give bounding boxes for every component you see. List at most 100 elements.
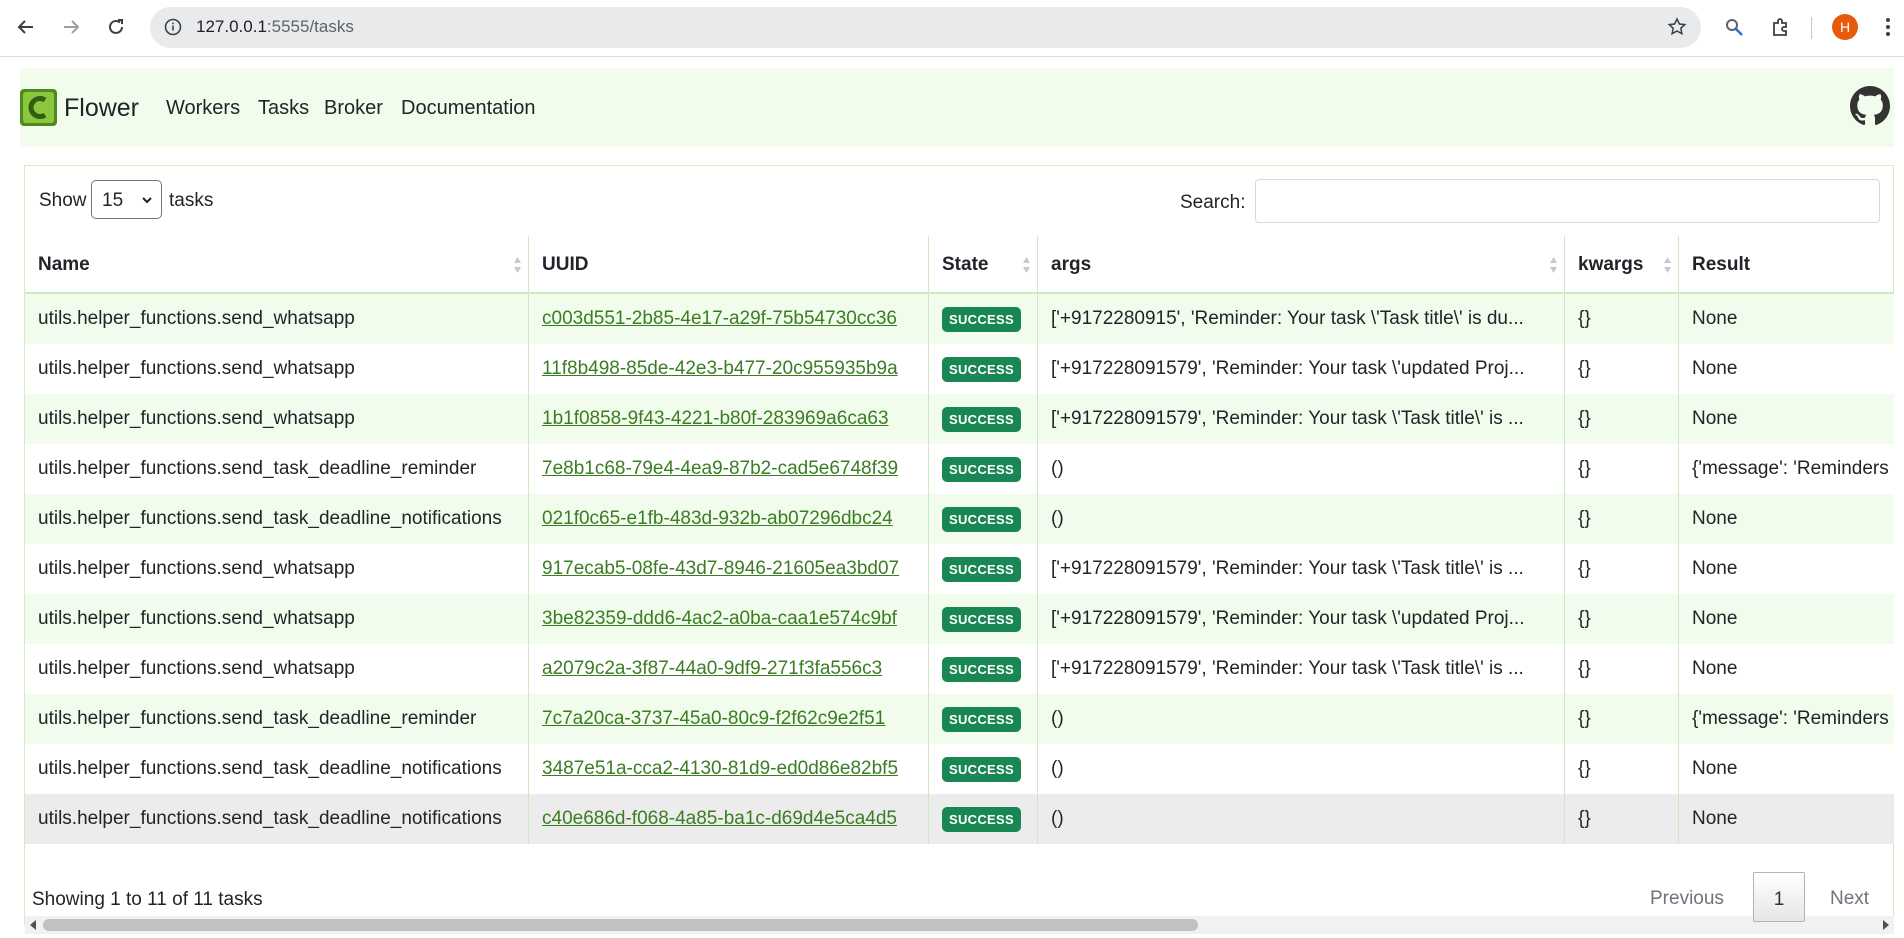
cell-state: SUCCESS (929, 694, 1038, 744)
result-text: None (1692, 808, 1738, 829)
nav-broker[interactable]: Broker (324, 97, 383, 120)
name-text: utils.helper_functions.send_whatsapp (38, 408, 355, 429)
cell-result: {'message': 'Reminders (1679, 694, 1894, 744)
cell-args: ['+917228091579', 'Reminder: Your task \… (1038, 644, 1565, 694)
column-result-label: Result (1692, 254, 1751, 275)
task-uuid-link[interactable]: 917ecab5-08fe-43d7-8946-21605ea3bd07 (542, 558, 899, 579)
table-row: utils.helper_functions.send_whatsapp 1b1f… (25, 394, 1894, 444)
column-args-label: args (1051, 254, 1092, 275)
task-uuid-link[interactable]: 3be82359-ddd6-4ac2-a0ba-caa1e574c9bf (542, 608, 897, 629)
cell-name: utils.helper_functions.send_whatsapp (25, 594, 529, 644)
cell-name: utils.helper_functions.send_whatsapp (25, 294, 529, 344)
github-icon[interactable] (1850, 86, 1890, 126)
args-text: ['+9172280915', 'Reminder: Your task \'T… (1051, 308, 1524, 329)
name-text: utils.helper_functions.send_task_deadlin… (38, 708, 477, 729)
address-bar[interactable]: 127.0.0.1:5555/tasks (150, 7, 1701, 48)
status-badge: SUCCESS (942, 607, 1021, 632)
horizontal-scrollbar[interactable] (25, 916, 1894, 934)
menu-icon[interactable] (1876, 12, 1900, 42)
task-uuid-link[interactable]: 021f0c65-e1fb-483d-932b-ab07296dbc24 (542, 508, 893, 529)
navbar: Flower Workers Tasks Broker Documentatio… (20, 68, 1894, 147)
scroll-right-icon[interactable] (1882, 920, 1890, 930)
args-text: () (1051, 758, 1064, 779)
extensions-icon[interactable] (1765, 12, 1795, 42)
task-uuid-link[interactable]: 7e8b1c68-79e4-4ea9-87b2-cad5e6748f39 (542, 458, 898, 479)
kwargs-text: {} (1578, 358, 1591, 379)
task-uuid-link[interactable]: c003d551-2b85-4e17-a29f-75b54730cc36 (542, 308, 897, 329)
column-result[interactable]: Result (1679, 236, 1894, 292)
task-uuid-link[interactable]: a2079c2a-3f87-44a0-9df9-271f3fa556c3 (542, 658, 882, 679)
cell-uuid: 021f0c65-e1fb-483d-932b-ab07296dbc24 (529, 494, 929, 544)
page-length-select[interactable]: 15 (91, 180, 162, 219)
cell-state: SUCCESS (929, 744, 1038, 794)
next-button[interactable]: Next (1830, 872, 1869, 938)
table-row: utils.helper_functions.send_task_deadlin… (25, 744, 1894, 794)
cell-kwargs: {} (1565, 744, 1679, 794)
search-label: Search: (1180, 192, 1246, 213)
url-text: 127.0.0.1:5555/tasks (196, 17, 354, 37)
kwargs-text: {} (1578, 658, 1591, 679)
cell-name: utils.helper_functions.send_whatsapp (25, 544, 529, 594)
scroll-left-icon[interactable] (29, 920, 37, 930)
sort-icon (1023, 257, 1030, 273)
table-row: utils.helper_functions.send_task_deadlin… (25, 494, 1894, 544)
flower-logo-icon[interactable] (20, 89, 57, 126)
page-1-button[interactable]: 1 (1753, 872, 1805, 922)
task-uuid-link[interactable]: 7c7a20ca-3737-45a0-80c9-f2f62c9e2f51 (542, 708, 885, 729)
cell-name: utils.helper_functions.send_task_deadlin… (25, 494, 529, 544)
result-text: None (1692, 558, 1738, 579)
page-length-value: 15 (102, 190, 124, 211)
column-name[interactable]: Name (25, 236, 529, 292)
sort-icon (1664, 257, 1671, 273)
task-uuid-link[interactable]: c40e686d-f068-4a85-ba1c-d69d4e5ca4d5 (542, 808, 897, 829)
args-text: ['+917228091579', 'Reminder: Your task \… (1051, 558, 1524, 579)
sort-icon (514, 257, 521, 273)
column-state[interactable]: State (929, 236, 1038, 292)
back-icon[interactable] (11, 12, 41, 42)
result-text: {'message': 'Reminders (1692, 458, 1889, 479)
cell-uuid: 917ecab5-08fe-43d7-8946-21605ea3bd07 (529, 544, 929, 594)
task-uuid-link[interactable]: 1b1f0858-9f43-4221-b80f-283969a6ca63 (542, 408, 889, 429)
column-uuid[interactable]: UUID (529, 236, 929, 292)
cell-kwargs: {} (1565, 394, 1679, 444)
args-text: () (1051, 508, 1064, 529)
task-uuid-link[interactable]: 11f8b498-85de-42e3-b477-20c955935b9a (542, 358, 898, 379)
scrollbar-thumb[interactable] (43, 919, 1198, 931)
nav-workers[interactable]: Workers (166, 97, 240, 120)
cell-args: ['+917228091579', 'Reminder: Your task \… (1038, 344, 1565, 394)
nav-tasks[interactable]: Tasks (258, 97, 309, 120)
site-info-icon[interactable] (164, 18, 182, 41)
column-kwargs[interactable]: kwargs (1565, 236, 1679, 292)
cell-name: utils.helper_functions.send_task_deadlin… (25, 444, 529, 494)
sort-icon (1550, 257, 1557, 273)
cell-args: ['+917228091579', 'Reminder: Your task \… (1038, 394, 1565, 444)
column-args[interactable]: args (1038, 236, 1565, 292)
task-uuid-link[interactable]: 3487e51a-cca2-4130-81d9-ed0d86e82bf5 (542, 758, 898, 779)
reload-icon[interactable] (101, 12, 131, 42)
bookmark-star-icon[interactable] (1667, 17, 1687, 42)
cell-name: utils.helper_functions.send_whatsapp (25, 644, 529, 694)
cell-state: SUCCESS (929, 394, 1038, 444)
profile-avatar[interactable]: H (1832, 14, 1858, 40)
nav-documentation[interactable]: Documentation (401, 97, 536, 120)
cell-uuid: 11f8b498-85de-42e3-b477-20c955935b9a (529, 344, 929, 394)
cell-name: utils.helper_functions.send_whatsapp (25, 394, 529, 444)
lens-icon[interactable] (1719, 12, 1749, 42)
previous-button[interactable]: Previous (1650, 872, 1724, 938)
cell-args: () (1038, 794, 1565, 844)
status-badge: SUCCESS (942, 307, 1021, 332)
args-text: () (1051, 808, 1064, 829)
tasks-panel: Show 15 tasks Search: Name UUID State ar… (24, 165, 1894, 934)
args-text: ['+917228091579', 'Reminder: Your task \… (1051, 408, 1524, 429)
brand-name[interactable]: Flower (64, 94, 139, 123)
cell-args: ['+917228091579', 'Reminder: Your task \… (1038, 594, 1565, 644)
table-row: utils.helper_functions.send_whatsapp 11f8… (25, 344, 1894, 394)
forward-icon[interactable] (56, 12, 86, 42)
table-info: Showing 1 to 11 of 11 tasks (32, 889, 263, 910)
cell-state: SUCCESS (929, 494, 1038, 544)
search-input[interactable] (1255, 179, 1880, 223)
status-badge: SUCCESS (942, 757, 1021, 782)
cell-name: utils.helper_functions.send_task_deadlin… (25, 794, 529, 844)
column-kwargs-label: kwargs (1578, 254, 1644, 275)
cell-result: None (1679, 644, 1894, 694)
